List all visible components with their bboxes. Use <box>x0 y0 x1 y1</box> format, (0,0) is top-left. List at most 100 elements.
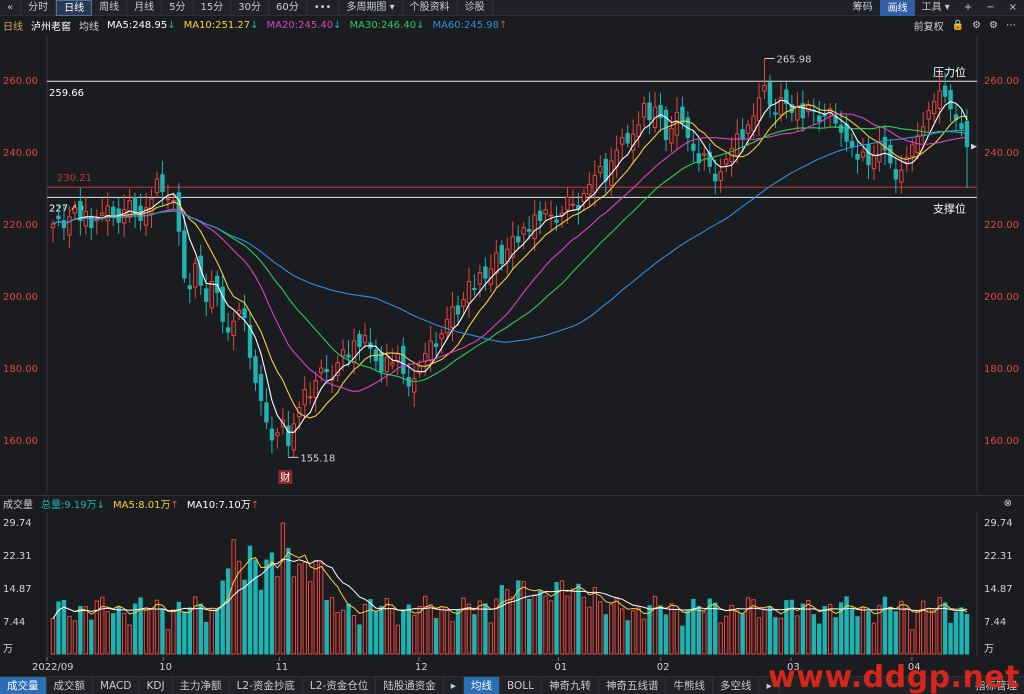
volume-bar <box>526 598 532 655</box>
candle-body <box>236 309 242 315</box>
candle-body <box>937 90 942 110</box>
tools-dropdown[interactable]: 工具 ▾ <box>915 0 957 16</box>
tab-nine-turn[interactable]: 神奇九转 <box>542 676 599 694</box>
volume-bar <box>286 547 291 655</box>
volume-close-icon[interactable]: ⊗ <box>1004 498 1012 509</box>
lock-icon[interactable]: 🔒 <box>952 20 964 31</box>
close-icon[interactable]: × <box>1002 0 1024 16</box>
add-icon[interactable]: + <box>957 0 979 16</box>
price-tick-right: 160.00 <box>984 436 1019 447</box>
tab-kdj[interactable]: KDJ <box>139 676 173 694</box>
volume-header: 成交量 总量:9.19万↓ MA5:8.01万↑ MA10:7.10万↑ ⊗ <box>0 495 1024 511</box>
tab-monthly[interactable]: 月线 <box>127 0 163 16</box>
tab-main-net[interactable]: 主力净额 <box>173 676 230 694</box>
tab-long-short[interactable]: 多空线 <box>713 676 760 694</box>
candle-body <box>472 287 477 290</box>
price-tick-right: 220.00 <box>984 220 1019 231</box>
candle-body <box>948 90 953 110</box>
candle-body <box>964 120 970 148</box>
tab-bull-bear[interactable]: 牛熊线 <box>666 676 713 694</box>
back-icon[interactable]: « <box>0 0 22 16</box>
candle-body <box>844 123 849 142</box>
volume-bar <box>269 552 275 655</box>
candle-body <box>521 227 526 235</box>
tab-northbound[interactable]: 陆股通资金 <box>376 676 444 694</box>
tab-l2-bottom[interactable]: L2-资金抄底 <box>230 676 303 694</box>
tab-turnover[interactable]: 成交额 <box>47 676 93 694</box>
volume-chart[interactable]: 29.74 29.74 22.31 22.31 14.87 14.87 7.44 7.44 万 万 <box>0 512 1024 657</box>
adjust-mode-dropdown[interactable]: 前复权 <box>914 18 944 33</box>
diagnose-button[interactable]: 诊股 <box>458 0 493 16</box>
candle-body <box>565 196 570 211</box>
price-tick-left: 160.00 <box>3 436 38 447</box>
pressure-label: 压力位 <box>933 65 966 79</box>
candle-body <box>838 124 844 133</box>
price-tick-left: 260.00 <box>3 76 38 87</box>
ma60-value: MA60:245.98↑ <box>432 19 508 31</box>
more-periods-button[interactable]: ••• <box>307 0 340 16</box>
multi-period-dropdown[interactable]: 多周期图 ▾ <box>339 0 403 16</box>
tab-weekly[interactable]: 周线 <box>92 0 128 16</box>
volume-bar <box>603 614 608 655</box>
date-tick-label: 10 <box>159 662 172 673</box>
volume-bar <box>713 602 718 655</box>
volume-tick-right: 22.31 <box>984 551 1013 562</box>
tab-volume[interactable]: 成交量 <box>0 676 47 694</box>
volume-tick-right: 万 <box>984 644 994 655</box>
gear-icon[interactable]: ⚙ <box>972 20 981 31</box>
tab-30min[interactable]: 30分 <box>231 0 269 16</box>
tab-15min[interactable]: 15分 <box>194 0 232 16</box>
candle-body <box>554 219 559 223</box>
volume-bar <box>379 605 384 655</box>
tab-five-line[interactable]: 神奇五线谱 <box>599 676 667 694</box>
candle-body <box>406 377 411 387</box>
tab-daily[interactable]: 日线 <box>56 0 93 16</box>
candle-body <box>658 104 663 119</box>
candle-body <box>548 214 554 217</box>
candle-body <box>286 425 291 446</box>
dots-icon[interactable]: ⋯ <box>1006 20 1016 31</box>
candle-body <box>357 334 362 347</box>
tab-60min[interactable]: 60分 <box>269 0 307 16</box>
candle-body <box>516 236 521 243</box>
candle-body <box>751 115 756 132</box>
minimize-icon[interactable]: − <box>979 0 1001 16</box>
tab-macd[interactable]: MACD <box>93 676 140 694</box>
price-tick-left: 200.00 <box>3 292 38 303</box>
volume-bar <box>401 610 406 655</box>
tab-ma[interactable]: 均线 <box>464 676 500 694</box>
volume-tick-left: 14.87 <box>3 584 32 595</box>
tab-5min[interactable]: 5分 <box>162 0 194 16</box>
candlestick-chart[interactable]: 260.00 260.00 240.00 240.00 220.00 220.00 200.… <box>0 36 1024 492</box>
resistance-value: 259.66 <box>49 88 84 99</box>
candle-body <box>926 110 931 120</box>
settings-icon[interactable]: ⚙ <box>989 20 998 31</box>
volume-bar <box>680 625 685 655</box>
volume-bar <box>740 613 745 655</box>
candle-body <box>160 174 165 193</box>
candle-body <box>537 210 543 221</box>
candle-body <box>477 272 483 285</box>
candle-body <box>121 209 127 224</box>
tab-fenshi[interactable]: 分时 <box>21 0 57 16</box>
volume-bar <box>198 603 203 655</box>
draw-line-button[interactable]: 画线 <box>879 0 915 16</box>
chip-button[interactable]: 筹码 <box>846 0 880 16</box>
candle-body <box>636 124 641 137</box>
tab-boll[interactable]: BOLL <box>500 676 542 694</box>
tab-l2-position[interactable]: L2-资金仓位 <box>303 676 377 694</box>
candle-body <box>702 153 707 156</box>
volume-tick-left: 29.74 <box>3 518 32 529</box>
date-tick-label: 11 <box>276 662 289 673</box>
candle-body <box>641 102 647 118</box>
candle-body <box>713 173 718 182</box>
volume-total: 总量:9.19万↓ <box>41 500 106 511</box>
tabs-scroll-right-icon[interactable]: ▸ <box>444 676 464 694</box>
candle-body <box>866 144 871 166</box>
candle-body <box>505 248 510 262</box>
stock-profile-button[interactable]: 个股资料 <box>403 0 458 16</box>
ma-label[interactable]: 均线 <box>79 18 99 33</box>
candle-body <box>817 115 822 122</box>
volume-bar <box>214 608 220 655</box>
candle-body <box>275 432 280 437</box>
